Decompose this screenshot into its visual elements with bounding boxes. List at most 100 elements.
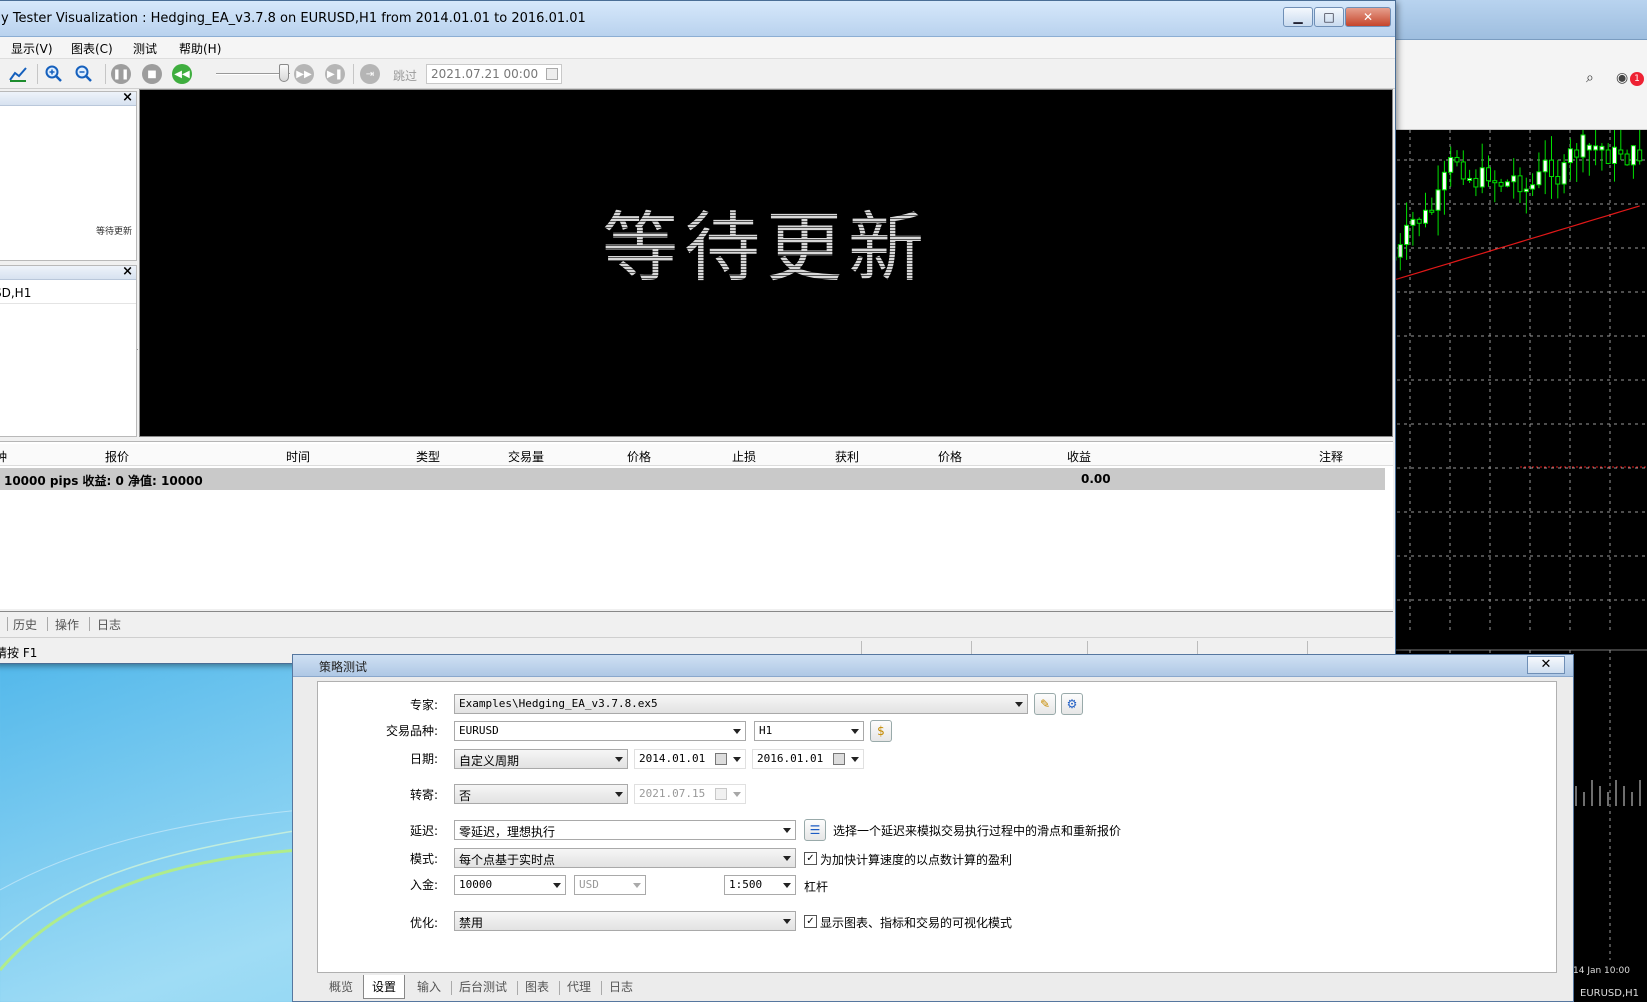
- window-titlebar[interactable]: y Tester Visualization : Hedging_EA_v3.7…: [0, 1, 1395, 37]
- skip-to-end-icon[interactable]: ▶❚: [325, 64, 345, 84]
- edit-expert-icon[interactable]: ✎: [1034, 693, 1056, 715]
- desktop-wallpaper: [0, 809, 300, 971]
- candle-body: [1454, 156, 1460, 163]
- expert-select[interactable]: Examples\Hedging_EA_v3.7.8.ex5: [454, 694, 1028, 714]
- chart-line-icon[interactable]: [7, 63, 29, 85]
- tab-backtest[interactable]: 后台测试: [459, 978, 507, 995]
- zoom-in-icon[interactable]: [43, 63, 65, 85]
- forward-label: 转寄:: [409, 788, 438, 802]
- visualization-chart[interactable]: 等待更新: [139, 89, 1393, 437]
- skip-date-field[interactable]: 2021.07.21 00:00: [426, 64, 562, 84]
- column-header[interactable]: 注释: [1319, 448, 1343, 465]
- date-to-field[interactable]: 2016.01.01: [752, 749, 864, 769]
- speed-slider-thumb[interactable]: [279, 64, 289, 82]
- tab-operations[interactable]: 操作: [55, 616, 79, 633]
- delay-select[interactable]: 零延迟，理想执行: [454, 820, 796, 840]
- column-header[interactable]: 类型: [416, 448, 440, 465]
- deposit-select[interactable]: 10000: [454, 875, 566, 895]
- candle-body: [1486, 167, 1491, 182]
- symbol-row[interactable]: SD,H1: [0, 284, 136, 304]
- zoom-out-icon[interactable]: [73, 63, 95, 85]
- notification-badge[interactable]: 1: [1630, 72, 1644, 86]
- period-value: H1: [759, 724, 773, 737]
- stop-icon[interactable]: ■: [142, 64, 162, 84]
- menu-charts[interactable]: 图表(C): [71, 40, 113, 57]
- close-icon[interactable]: ×: [122, 90, 133, 105]
- candle-body: [1618, 149, 1624, 155]
- menu-test[interactable]: 测试: [133, 40, 157, 57]
- column-header[interactable]: 时间: [286, 448, 310, 465]
- column-header[interactable]: 止损: [732, 448, 756, 465]
- column-header[interactable]: 价格: [938, 448, 962, 465]
- tab-settings[interactable]: 设置: [363, 975, 406, 999]
- delay-value: 零延迟，理想执行: [459, 825, 556, 839]
- search-icon[interactable]: ⌕: [1586, 70, 1594, 86]
- model-select[interactable]: 每个点基于实时点: [454, 848, 796, 868]
- candle-body: [1593, 145, 1599, 151]
- profit-in-pips-checkbox[interactable]: ✓: [804, 852, 817, 865]
- calendar-icon: [715, 788, 727, 800]
- candle-body: [1586, 144, 1592, 151]
- tester-titlebar[interactable]: 策略测试 ✕: [293, 655, 1573, 677]
- candle-body: [1404, 224, 1410, 246]
- column-header[interactable]: 交易量: [508, 448, 544, 465]
- chevron-down-icon: [783, 883, 791, 888]
- tab-overview[interactable]: 概览: [329, 978, 353, 995]
- leverage-select[interactable]: 1:500: [724, 875, 796, 895]
- tab-journal[interactable]: 日志: [97, 616, 121, 633]
- skip-icon[interactable]: ⇥: [360, 64, 380, 84]
- tab-inputs[interactable]: 输入: [417, 978, 441, 995]
- column-header[interactable]: 价格: [627, 448, 651, 465]
- menu-help[interactable]: 帮助(H): [179, 40, 221, 57]
- maximize-button[interactable]: □: [1314, 7, 1344, 27]
- symbol-select[interactable]: EURUSD: [454, 721, 746, 741]
- close-button[interactable]: ✕: [1345, 7, 1391, 27]
- fast-forward-icon[interactable]: ▶▶: [294, 64, 314, 84]
- model-label: 模式:: [409, 852, 438, 866]
- toolbar: ❚❚ ■ ◀◀ ▶▶ ▶❚ ⇥ 跳过 2021.07.21 00:00: [0, 59, 1395, 89]
- tab-agents[interactable]: 代理: [567, 978, 591, 995]
- candle-body: [1448, 156, 1454, 173]
- optimization-select[interactable]: 禁用: [454, 911, 796, 931]
- optimization-value: 禁用: [459, 916, 484, 930]
- pause-icon[interactable]: ❚❚: [111, 64, 131, 84]
- close-icon[interactable]: ×: [122, 264, 133, 279]
- tab-graph[interactable]: 图表: [525, 978, 549, 995]
- calendar-icon[interactable]: [833, 753, 845, 765]
- delay-settings-icon[interactable]: ☰: [804, 819, 826, 841]
- market-watch-panel: × 等待更新 种 报价: [0, 90, 138, 350]
- menu-bar: 显示(V) 图表(C) 测试 帮助(H): [0, 37, 1395, 59]
- tester-tabs: 概览 设置 输入 后台测试 图表 代理 日志: [317, 975, 1557, 999]
- candle-body: [1467, 177, 1473, 181]
- visual-mode-checkbox[interactable]: ✓: [804, 915, 817, 928]
- symbol-properties-icon[interactable]: $: [870, 720, 892, 742]
- close-button[interactable]: ✕: [1527, 656, 1565, 674]
- tab-separator: [7, 617, 8, 631]
- candle-body: [1599, 145, 1605, 151]
- column-header[interactable]: 收益: [1067, 448, 1091, 465]
- tab-journal[interactable]: 日志: [609, 978, 633, 995]
- candle-body: [1630, 145, 1636, 166]
- expert-properties-icon[interactable]: ⚙: [1061, 693, 1083, 715]
- calendar-icon[interactable]: [715, 753, 727, 765]
- date-from-field[interactable]: 2014.01.01: [634, 749, 746, 769]
- account-icon[interactable]: ◉: [1616, 70, 1628, 86]
- column-header[interactable]: 报价: [105, 448, 129, 465]
- forward-select[interactable]: 否: [454, 784, 628, 804]
- period-select[interactable]: H1: [754, 721, 864, 741]
- menu-view[interactable]: 显示(V): [11, 40, 53, 57]
- candle-body: [1536, 171, 1542, 186]
- tab-history[interactable]: 历史: [13, 616, 37, 633]
- rewind-icon[interactable]: ◀◀: [172, 64, 192, 84]
- date-mode-select[interactable]: 自定义周期: [454, 749, 628, 769]
- calendar-icon[interactable]: [546, 68, 558, 80]
- column-header[interactable]: 获利: [835, 448, 859, 465]
- chevron-down-icon: [615, 792, 623, 797]
- minimize-button[interactable]: ▁: [1283, 7, 1313, 27]
- panel-header: ×: [0, 264, 136, 280]
- forward-date-value: 2021.07.15: [639, 787, 706, 800]
- column-header[interactable]: 种: [0, 448, 7, 465]
- candle-body: [1416, 218, 1422, 224]
- chevron-down-icon: [851, 757, 859, 762]
- candle-body: [1423, 209, 1428, 224]
